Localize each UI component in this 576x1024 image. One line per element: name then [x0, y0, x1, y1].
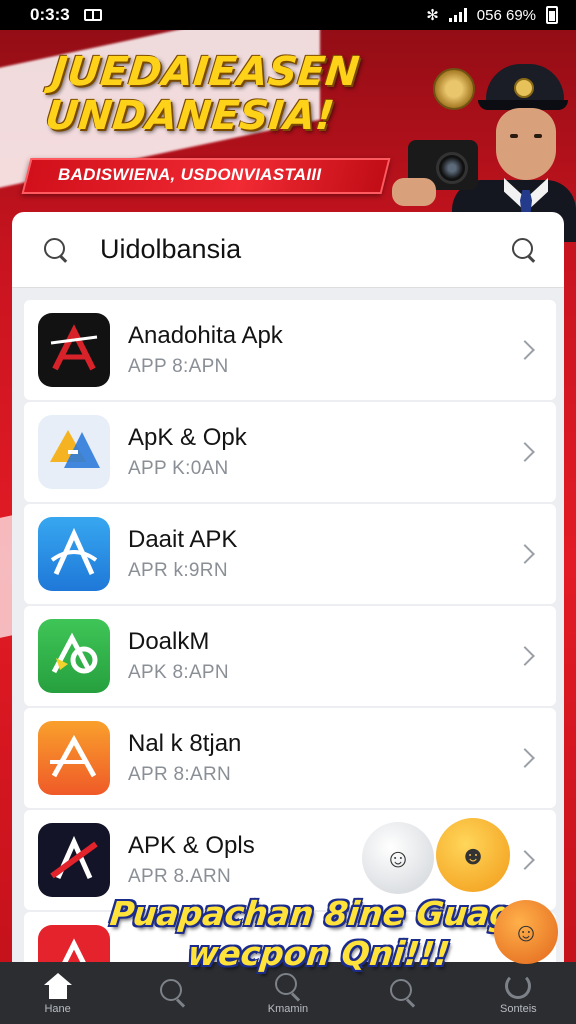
app-logo-icon	[50, 527, 98, 576]
app-subtitle: APK 8:APN	[128, 662, 229, 683]
nav-settings[interactable]: Sonteis	[463, 971, 573, 1015]
app-name: ApK & Opk	[128, 424, 247, 451]
app-logo-icon	[50, 324, 98, 371]
app-logo-icon	[50, 734, 97, 778]
app-logo-icon	[50, 835, 98, 880]
nav-search-2[interactable]	[348, 977, 458, 1009]
app-logo-icon	[51, 632, 98, 674]
hero-ribbon-text: BADISWIENA, USDONVIASTAIII	[58, 165, 322, 184]
search-icon[interactable]	[510, 236, 538, 264]
settings-icon	[505, 973, 532, 999]
status-bar: 0:3:3 ✻ 056 69%	[0, 0, 576, 30]
bottom-nav: Hane Kmamin Sonteis	[0, 962, 576, 1024]
status-right-text: 056 69%	[476, 6, 536, 24]
app-name: Daait APK	[128, 526, 238, 553]
list-item[interactable]: DoalkM APK 8:APN	[24, 606, 556, 706]
app-subtitle: APP K:0AN	[128, 458, 229, 479]
signal-icon	[448, 8, 467, 22]
nav-label: Kmamin	[267, 1003, 309, 1015]
cap-badge-icon	[514, 78, 534, 98]
app-icon	[38, 313, 110, 387]
app-name: Anadohita Apk	[128, 322, 283, 349]
camera-lens-icon	[436, 152, 468, 184]
fox-emoji-icon: ☺	[494, 900, 558, 964]
search-bar[interactable]	[12, 212, 564, 288]
search-icon	[274, 973, 301, 999]
chevron-right-icon	[515, 748, 535, 768]
nav-kmamin[interactable]: Kmamin	[233, 971, 343, 1015]
smile-emoji-icon: ☻	[436, 818, 510, 892]
hero-banner: JUEDAIEASEN UNDANESIA! BADISWIENA, USDON…	[0, 30, 576, 242]
search-input[interactable]	[100, 234, 510, 265]
search-icon	[42, 236, 70, 264]
app-icon	[38, 619, 110, 693]
chevron-right-icon	[515, 850, 535, 870]
chevron-right-icon	[515, 544, 535, 564]
screen-icon	[83, 9, 102, 21]
nav-home[interactable]: Hane	[3, 971, 113, 1015]
list-item[interactable]: Daait APK APR k:9RN	[24, 504, 556, 604]
ghost-emoji-icon: ☺	[362, 822, 434, 894]
eye-shape	[510, 134, 518, 138]
bluetooth-icon: ✻	[426, 7, 439, 24]
app-icon	[38, 415, 110, 489]
app-name: Nal k 8tjan	[128, 730, 242, 757]
list-item[interactable]: Nal k 8tjan APR 8:ARN	[24, 708, 556, 808]
home-icon	[43, 973, 72, 999]
chevron-right-icon	[515, 646, 535, 666]
app-icon	[38, 823, 110, 897]
app-subtitle: APP 8:APN	[128, 356, 229, 377]
hero-title: JUEDAIEASEN UNDANESIA!	[43, 49, 362, 139]
nav-label: Sonteis	[499, 1003, 537, 1015]
face-shape	[496, 108, 556, 180]
eye-shape	[534, 134, 542, 138]
search-icon	[159, 979, 186, 1005]
nav-search[interactable]	[118, 977, 228, 1009]
status-time: 0:3:3	[30, 5, 70, 24]
chevron-right-icon	[515, 340, 535, 360]
app-name: DoalkM	[128, 628, 210, 655]
list-item[interactable]: ApK & Opk APP K:0AN	[24, 402, 556, 502]
app-subtitle: APR k:9RN	[128, 560, 228, 581]
app-logo-icon	[50, 430, 100, 468]
hero-title-line2: UNDANESIA!	[43, 93, 337, 139]
list-item[interactable]: Anadohita Apk APP 8:APN	[24, 300, 556, 400]
battery-icon	[546, 6, 558, 24]
hand-shape	[392, 178, 436, 206]
app-icon	[38, 721, 110, 795]
app-icon	[38, 517, 110, 591]
nav-label: Hane	[44, 1003, 71, 1015]
app-subtitle: APR 8:ARN	[128, 764, 232, 785]
search-icon	[390, 979, 416, 1005]
hero-title-line1: JUEDAIEASEN	[49, 49, 362, 95]
chevron-right-icon	[515, 442, 535, 462]
